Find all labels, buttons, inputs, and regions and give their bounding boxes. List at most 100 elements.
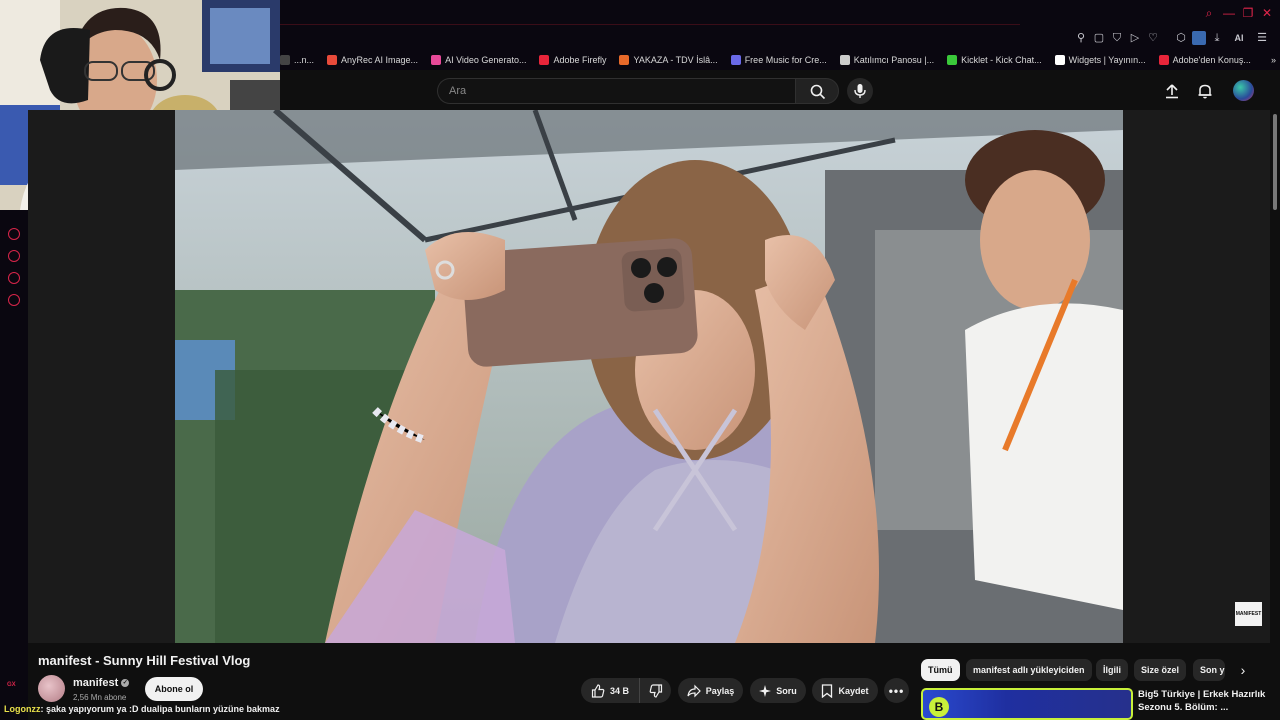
chip-from-uploader[interactable]: manifest adlı yükleyiciden [966, 659, 1092, 681]
chip-all[interactable]: Tümü [921, 659, 960, 681]
channel-name-text: manifest [73, 677, 119, 689]
microphone-icon [854, 84, 866, 98]
gx-logo: GX [7, 682, 16, 688]
bookmark-item[interactable]: YAKAZA - TDV İslâ... [619, 55, 718, 65]
bookmark-favicon-icon [280, 55, 290, 65]
chip-for-you[interactable]: Size özel [1134, 659, 1187, 681]
chat-text: : şaka yapıyorum ya :D dualipa bunların … [40, 704, 280, 714]
bookmark-item[interactable]: Kicklet - Kick Chat... [947, 55, 1042, 65]
bookmarks-bar: ...n... AnyRec AI Image... AI Video Gene… [280, 50, 1280, 70]
ai-button[interactable]: AI [1228, 31, 1250, 45]
bookmark-item[interactable]: Free Music for Cre... [730, 55, 827, 65]
thumbs-up-icon [591, 683, 605, 698]
chip-related[interactable]: İlgili [1096, 659, 1128, 681]
bookmark-favicon-icon [1054, 55, 1065, 65]
video-frame [175, 110, 1123, 643]
thumbs-down-icon [649, 683, 662, 698]
maximize-icon[interactable]: ❐ [1240, 5, 1256, 21]
bookmark-favicon-icon [327, 55, 338, 65]
bookmark-item[interactable]: AI Video Generato... [431, 55, 526, 65]
bookmark-item[interactable]: Widgets | Yayının... [1054, 55, 1146, 65]
bookmark-favicon-icon [730, 55, 741, 65]
chat-message: Logonzz: şaka yapıyorum ya :D dualipa bu… [4, 704, 280, 714]
video-title: manifest - Sunny Hill Festival Vlog [38, 653, 251, 668]
bookmark-label: Free Music for Cre... [744, 55, 827, 65]
extensions-icon[interactable]: ⬡ [1174, 31, 1188, 45]
menu-icon[interactable]: ☰ [1255, 31, 1269, 45]
bookmark-label: AnyRec AI Image... [341, 55, 419, 65]
search-input[interactable]: Ara [437, 78, 795, 104]
title-accent-line [280, 24, 1020, 25]
play-icon[interactable]: ▷ [1128, 31, 1142, 45]
bookmark-favicon-icon [539, 55, 550, 65]
dislike-button[interactable] [639, 678, 671, 703]
download-icon[interactable]: ⤓ [1210, 31, 1224, 45]
channel-avatar[interactable] [38, 675, 65, 702]
bookmark-label: Kicklet - Kick Chat... [961, 55, 1042, 65]
ask-label: Soru [776, 685, 797, 696]
like-button[interactable]: 34 B [581, 678, 639, 703]
share-button[interactable]: Paylaş [678, 678, 743, 703]
recommendation-thumbnail[interactable]: B [921, 688, 1133, 720]
settings-icon[interactable] [8, 294, 20, 306]
bookmarks-overflow-icon[interactable]: » [1271, 55, 1276, 65]
like-count: 34 B [609, 685, 629, 696]
channel-name[interactable]: manifest ✓ [73, 677, 130, 689]
scrollbar-thumb[interactable] [1273, 114, 1277, 210]
chip-recent[interactable]: Son y [1193, 659, 1225, 681]
bookmark-item[interactable]: Adobe'den Konuş... [1158, 55, 1251, 65]
save-label: Kaydet [838, 685, 869, 696]
voice-search-button[interactable] [847, 78, 873, 104]
page-scrollbar[interactable] [1270, 110, 1280, 720]
bookmark-favicon-icon [947, 55, 958, 65]
bookmark-label: AI Video Generato... [445, 55, 527, 65]
bookmark-label: Adobe Firefly [553, 55, 607, 65]
gx-sidebar: GX [0, 210, 28, 720]
verified-icon: ✓ [121, 679, 130, 688]
heart-icon[interactable]: ♡ [1146, 31, 1160, 45]
more-horizontal-icon: ••• [888, 683, 905, 698]
search-icon [810, 84, 826, 100]
ask-button[interactable]: Soru [750, 678, 806, 703]
bookmark-label: Katılımcı Panosu |... [853, 55, 935, 65]
extension-badge-icon[interactable] [1192, 31, 1206, 45]
bookmark-item[interactable]: Adobe Firefly [539, 55, 606, 65]
minimize-icon[interactable]: — [1221, 5, 1237, 21]
search-button[interactable] [795, 78, 839, 104]
browser-toolbar: ⚲ ▢ ⛉ ▷ ♡ ⬡ ⤓ AI ☰ [280, 26, 1280, 50]
bookmark-item[interactable]: AnyRec AI Image... [327, 55, 418, 65]
chevron-right-icon[interactable]: › [1232, 659, 1254, 681]
chat-username: Logonzz [4, 704, 41, 714]
video-player[interactable] [175, 110, 1123, 643]
upload-icon[interactable] [1164, 83, 1180, 99]
share-icon [687, 684, 701, 697]
bookmark-icon [822, 683, 833, 698]
cube-icon[interactable] [8, 272, 20, 284]
bookmark-item[interactable]: ...n... [280, 55, 314, 65]
subscribe-button[interactable]: Abone ol [145, 677, 203, 701]
more-actions-button[interactable]: ••• [884, 678, 909, 703]
pin-icon[interactable]: ⚲ [1074, 31, 1088, 45]
close-icon[interactable]: ✕ [1259, 5, 1275, 21]
history-icon[interactable] [8, 228, 20, 240]
recommendation-title[interactable]: Big5 Türkiye | Erkek Hazırlık Sezonu 5. … [1138, 688, 1268, 714]
search-placeholder: Ara [449, 85, 467, 97]
bookmark-favicon-icon [839, 55, 850, 65]
bookmark-label: ...n... [294, 55, 315, 65]
bookmark-favicon-icon [619, 55, 630, 65]
clock-icon[interactable] [8, 250, 20, 262]
sparkle-icon [759, 684, 772, 697]
bookmark-label: Adobe'den Konuş... [1172, 55, 1251, 65]
bookmark-favicon-icon [1158, 55, 1169, 65]
account-avatar[interactable] [1233, 80, 1254, 101]
save-button[interactable]: Kaydet [812, 678, 878, 703]
channel-watermark[interactable]: MANIFEST [1235, 602, 1262, 626]
notifications-bell-icon[interactable] [1197, 83, 1213, 99]
search-icon[interactable]: ⌕ [1201, 5, 1217, 21]
share-label: Paylaş [705, 685, 735, 696]
big5-logo-icon: B [929, 697, 949, 717]
bookmark-item[interactable]: Katılımcı Panosu |... [839, 55, 935, 65]
snapshot-icon[interactable]: ▢ [1092, 31, 1106, 45]
shield-icon[interactable]: ⛉ [1110, 31, 1124, 45]
bookmark-label: Widgets | Yayının... [1068, 55, 1146, 65]
